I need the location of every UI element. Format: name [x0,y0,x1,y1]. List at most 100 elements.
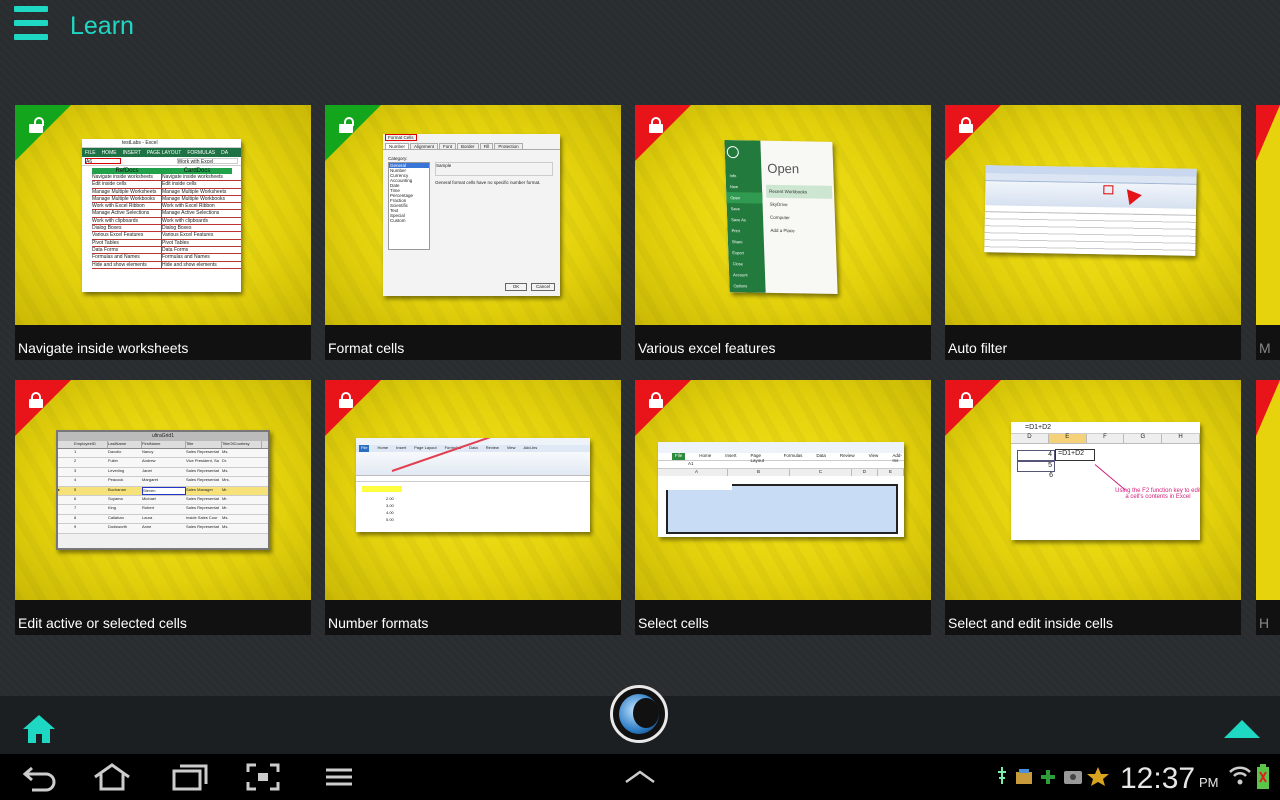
grid-cell: 3 [74,467,77,473]
grid-row: 7 King Robert Sales Representat Mr. [58,505,268,515]
sheet-cell: Manage Active Selections [92,210,162,217]
sheet-cell: Pivot Tables [92,239,162,246]
column-header: B [728,469,790,476]
locked-ribbon [1256,380,1280,436]
ribbon-tab: INSERT [122,150,141,156]
clock: 12:37 [1120,762,1196,795]
sheet-cell: Dialog Boxes [162,225,192,232]
ribbon-tab: Review [839,453,855,458]
lesson-tile-various-excel-features[interactable]: Info New Open Save Save As Print Share Export Cl… [635,105,931,360]
grid-cell: Ms. [222,514,229,520]
status-icons [996,764,1112,790]
sheet-row: Formulas and Names Formulas and Names [92,254,241,262]
app-logo-button[interactable] [610,685,668,743]
locked-ribbon [635,105,691,161]
f2-edit-screenshot: =D1+D2 DEFGH 4 =D1+D2 5 6 Using the F2 f… [1011,422,1200,540]
lesson-tile-format-cells[interactable]: Format Cells Number Alignment Font Border Fi… [325,105,621,360]
locked-ribbon [635,380,691,436]
chevron-up-nav-icon[interactable] [624,762,656,792]
sheet-cell: Data Forms [162,246,189,253]
grid-cell: Dodsworth [108,524,128,530]
grid-cell: 7 [74,505,77,511]
backstage-screenshot: Info New Open Save Save As Print Share Export Cl… [724,139,838,295]
row-selector: ▸ [58,486,61,492]
grid-cell: Sales Representat [186,495,219,501]
lesson-thumbnail: Format Cells Number Alignment Font Border Fi… [325,105,621,325]
sheet-row: Navigate inside worksheets Navigate insid… [92,174,241,182]
grid-row: 9 Dodsworth Anne Sales Representat Ms. [58,524,268,534]
lesson-tile-edit-active-or-selected-cells[interactable]: ultraGrid1 EmployeeID LastName FirstName Ti… [15,380,311,635]
lesson-tile-navigate-inside-worksheets[interactable]: testLabs - Excel FILE HOME INSERT PAGE LAYO… [15,105,311,360]
grid-cell: Michael [142,495,156,501]
lesson-tile-partial[interactable]: M [1256,105,1280,360]
lesson-tile-partial[interactable]: H [1256,380,1280,635]
grid-header-cell: Title [186,441,222,448]
grid-row: 8 Callahan Laura Inside Sales Coor Ms. [58,514,268,525]
ultragrid-screenshot: ultraGrid1 EmployeeID LastName FirstName Ti… [56,430,270,550]
grid-cell: Robert [142,505,155,511]
grid-cell: Dr. [222,458,228,464]
grid-header-cell: EmployeeID [74,441,108,448]
ribbon-tab: Page Layout [750,453,765,463]
number-cell: 4.00 [386,510,394,515]
ribbon-tab: Data [469,445,478,450]
home-icon[interactable] [22,714,56,744]
grid-header-cell: FirstName [142,441,186,448]
system-navigation-bar: 12:37 PM [0,754,1280,800]
lesson-tile-select-and-edit-inside-cells[interactable]: =D1+D2 DEFGH 4 =D1+D2 5 6 Using the F2 f… [945,380,1241,635]
grid-cell: Davolio [108,449,122,454]
grid-row: 2 Fuller Andrew Vice President, Sa Dr. [58,458,268,468]
grid-header-cell: LastName [108,441,142,448]
column-header: F [1087,434,1125,443]
row-selector [58,515,74,523]
dialog-tab: Border [457,143,479,149]
grid-cell: Sales Representat [186,505,219,511]
excel-screenshot: testLabs - Excel FILE HOME INSERT PAGE LAYO… [82,139,241,292]
clock-ampm: PM [1199,775,1219,790]
grid-cell: Steven [142,486,186,495]
sheet-cell: Navigate inside worksheets [162,174,223,180]
lesson-tile-number-formats[interactable]: File Home Insert Page Layout Formulas Data Rev… [325,380,621,635]
column-header: A [666,469,728,476]
grid-cell: Mr. [222,505,228,511]
locked-ribbon [15,380,71,436]
screenshot-icon[interactable] [246,762,280,792]
menu-icon[interactable] [324,762,354,792]
column-header: E [1048,434,1087,443]
grid-cell: Callahan [108,514,124,520]
sheet-cell: Manage Multiple Workbooks [92,195,162,203]
grid-cell: Andrew [142,458,156,464]
lesson-tile-select-cells[interactable]: File Home Insert Page Layout Formulas Data Rev… [635,380,931,635]
ribbon-screenshot [984,165,1197,256]
ribbon-tab: Insert [396,445,407,450]
sheet-row: Pivot Tables Pivot Tables [92,239,241,247]
locked-ribbon [945,380,1001,436]
chevron-up-icon[interactable] [1224,720,1260,738]
hamburger-menu-icon[interactable] [14,6,50,42]
locked-ribbon [325,380,381,436]
wifi-icon [1228,762,1252,793]
format-cells-dialog-screenshot: Format Cells Number Alignment Font Border Fi… [383,134,560,296]
grid-cell: Peacock [108,477,124,483]
lesson-tile-auto-filter[interactable]: Auto filter [945,105,1241,360]
locked-ribbon [945,105,1001,161]
ribbon-tab: File [359,445,370,452]
ribbon-tab: Formulas [783,453,803,458]
grid-cell: Vice President, Sa [186,458,219,464]
lock-icon [959,392,973,408]
sheet-cell: Edit inside cells [162,181,197,188]
column-header: E [878,469,904,476]
grid-cell: Ms. [222,467,229,473]
grid-cell: 9 [74,524,77,530]
grid-cell: King [108,505,117,511]
sheet-row: Work with clipboards Work with clipboards [92,217,241,226]
column-header: G [1124,434,1163,443]
sheet-row: Dialog Boxes Dialog Boxes [92,225,241,233]
grid-cell: Sales Representat [186,524,219,530]
sheet-cell: Manage Multiple Worksheets [92,188,162,195]
lock-icon [649,392,663,408]
recent-apps-icon[interactable] [172,762,208,792]
home-nav-icon[interactable] [92,762,132,792]
back-icon[interactable] [22,762,58,792]
backstage-menu-item: Info [729,173,737,179]
